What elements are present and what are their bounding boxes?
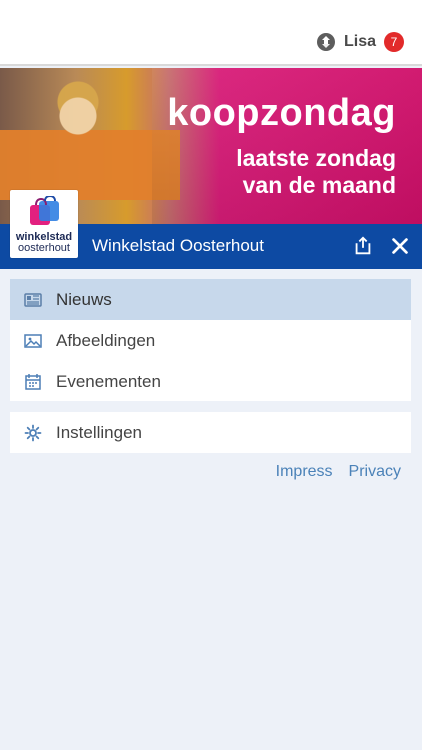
privacy-link[interactable]: Privacy	[349, 463, 401, 481]
notification-badge: 7	[384, 32, 404, 52]
calendar-icon	[25, 374, 41, 390]
site-logo: winkelstad oosterhout	[10, 190, 78, 258]
menu-item-afbeeldingen[interactable]: Afbeeldingen	[10, 320, 411, 361]
close-icon	[392, 238, 408, 254]
menu-item-evenementen[interactable]: Evenementen	[10, 361, 411, 401]
navigation-menu: Nieuws Afbeeldingen Evenementen	[10, 279, 411, 401]
image-icon	[24, 334, 42, 348]
impress-link[interactable]: Impress	[276, 463, 333, 481]
top-bar: Lisa 7	[0, 0, 422, 66]
site-title: Winkelstad Oosterhout	[92, 236, 264, 255]
newspaper-icon	[24, 293, 42, 307]
menu-item-instellingen[interactable]: Instellingen	[10, 412, 411, 453]
shopping-bag-icon	[30, 196, 59, 225]
menu-item-nieuws[interactable]: Nieuws	[10, 279, 411, 320]
banner-subline-2: van de maand	[242, 172, 396, 198]
menu-label-afbeeldingen: Afbeeldingen	[56, 331, 156, 350]
share-icon	[355, 236, 371, 255]
logo-text-line-2: oosterhout	[18, 242, 70, 254]
banner-subline-1: laatste zondag	[236, 145, 396, 171]
banner-headline: koopzondag	[167, 92, 396, 134]
gear-icon	[24, 424, 42, 442]
cycle-icon	[316, 32, 336, 52]
user-name: Lisa	[343, 33, 376, 50]
footer-links: Impress Privacy	[276, 463, 401, 481]
menu-label-evenementen: Evenementen	[56, 372, 161, 391]
share-button[interactable]	[349, 232, 377, 260]
menu-label-instellingen: Instellingen	[56, 423, 143, 442]
settings-menu: Instellingen	[10, 412, 411, 453]
menu-label-nieuws: Nieuws	[56, 290, 112, 309]
user-menu[interactable]: Lisa 7	[316, 32, 404, 52]
close-button[interactable]	[386, 232, 414, 260]
